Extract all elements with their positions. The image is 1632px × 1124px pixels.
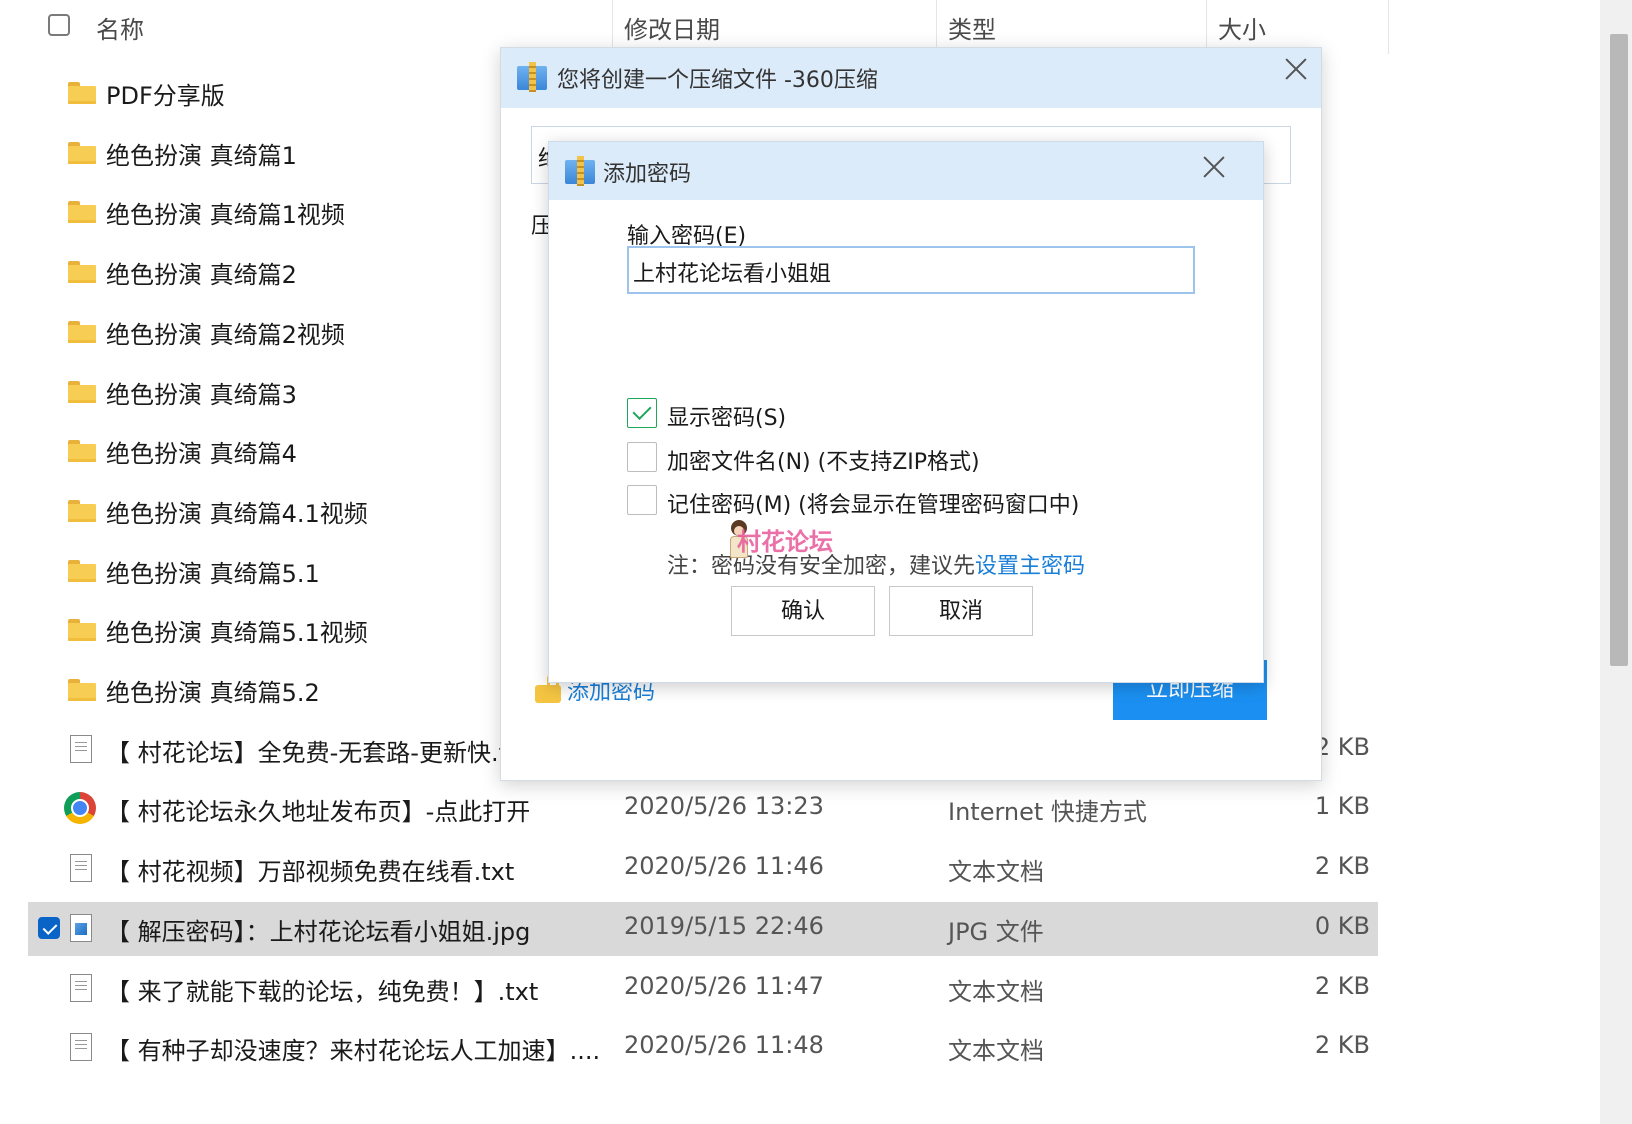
file-type: Internet 快捷方式 — [948, 798, 1147, 826]
close-icon[interactable] — [1203, 156, 1225, 178]
file-date: 2020/5/26 11:46 — [624, 852, 824, 880]
encrypt-filenames-label: 加密文件名(N) (不支持ZIP格式) — [667, 450, 980, 475]
file-name: 【 来了就能下载的论坛，纯免费！】.txt — [106, 978, 539, 1006]
dialog-titlebar[interactable]: 您将创建一个压缩文件 -360压缩 — [501, 48, 1321, 108]
zip-archive-icon — [565, 156, 595, 186]
column-separator[interactable] — [1206, 0, 1207, 54]
show-password-label: 显示密码(S) — [667, 406, 787, 431]
file-row[interactable]: 【 村花视频】万部视频免费在线看.txt 2020/5/26 11:46 文本文档 2… — [0, 842, 1390, 896]
file-size: 1 KB — [1314, 792, 1370, 820]
folder-name: 绝色扮演 真绮篇5.1 — [106, 560, 320, 588]
file-date: 2019/5/15 22:46 — [624, 912, 824, 940]
file-size: 2 KB — [1314, 852, 1370, 880]
dialog-title: 您将创建一个压缩文件 -360压缩 — [557, 68, 878, 93]
file-name: 【 解压密码】：上村花论坛看小姐姐.jpg — [106, 918, 531, 946]
file-size: 2 KB — [1314, 733, 1370, 761]
file-row[interactable]: 【 有种子却没速度？来村花论坛人工加速】.... 2020/5/26 11:48 文… — [0, 1021, 1390, 1075]
show-password-option[interactable]: 显示密码(S) — [627, 398, 1227, 431]
select-all-checkbox[interactable] — [48, 14, 70, 36]
column-modified[interactable]: 修改日期 — [624, 10, 720, 45]
file-row[interactable]: 【 来了就能下载的论坛，纯免费！】.txt 2020/5/26 11:47 文本文档… — [0, 962, 1390, 1016]
file-size: 2 KB — [1314, 1031, 1370, 1059]
remember-password-option[interactable]: 记住密码(M) (将会显示在管理密码窗口中) — [627, 485, 1227, 518]
folder-icon — [68, 679, 96, 701]
folder-name: 绝色扮演 真绮篇1视频 — [106, 201, 345, 229]
password-value: 上村花论坛看小姐姐 — [633, 262, 832, 287]
file-size: 0 KB — [1314, 912, 1370, 940]
folder-name: 绝色扮演 真绮篇5.1视频 — [106, 619, 368, 647]
file-date: 2020/5/26 11:47 — [624, 972, 824, 1000]
text-file-icon — [70, 1033, 92, 1061]
file-type: 文本文档 — [948, 1037, 1044, 1065]
column-header: 名称 修改日期 类型 大小 — [0, 0, 1390, 54]
remember-password-label: 记住密码(M) (将会显示在管理密码窗口中) — [667, 493, 1080, 518]
folder-icon — [68, 381, 96, 403]
folder-name: 绝色扮演 真绮篇4.1视频 — [106, 500, 368, 528]
folder-name: 绝色扮演 真绮篇4 — [106, 440, 297, 468]
file-date: 2020/5/26 11:48 — [624, 1031, 824, 1059]
column-separator[interactable] — [936, 0, 937, 54]
zip-archive-icon — [517, 62, 547, 92]
password-dialog-titlebar[interactable]: 添加密码 — [549, 142, 1263, 200]
chrome-icon — [64, 792, 96, 824]
image-file-icon — [70, 914, 92, 942]
text-file-icon — [70, 974, 92, 1002]
file-row[interactable]: 【 解压密码】：上村花论坛看小姐姐.jpg 2019/5/15 22:46 JPG … — [28, 902, 1378, 956]
cancel-button[interactable]: 取消 — [889, 586, 1033, 636]
remember-password-checkbox[interactable] — [627, 485, 657, 515]
folder-icon — [68, 261, 96, 283]
file-name: 【 有种子却没速度？来村花论坛人工加速】.... — [106, 1037, 601, 1065]
folder-icon — [68, 560, 96, 582]
file-name: 【 村花论坛】全免费-无套路-更新快.txt — [106, 739, 532, 767]
column-separator[interactable] — [1388, 0, 1389, 54]
file-name: 【 村花论坛永久地址发布页】-点此打开 — [106, 798, 531, 826]
folder-icon — [68, 82, 96, 104]
file-type: 文本文档 — [948, 978, 1044, 1006]
column-type[interactable]: 类型 — [948, 10, 996, 45]
encrypt-filenames-option[interactable]: 加密文件名(N) (不支持ZIP格式) — [627, 442, 1227, 475]
folder-name: 绝色扮演 真绮篇3 — [106, 381, 297, 409]
folder-icon — [68, 500, 96, 522]
encrypt-filenames-checkbox[interactable] — [627, 442, 657, 472]
file-date: 2020/5/26 13:23 — [624, 792, 824, 820]
row-checkbox[interactable] — [38, 917, 60, 939]
folder-icon — [68, 440, 96, 462]
vertical-scrollbar[interactable] — [1600, 0, 1632, 1124]
file-name: 【 村花视频】万部视频免费在线看.txt — [106, 858, 515, 886]
folder-icon — [68, 201, 96, 223]
folder-icon — [68, 142, 96, 164]
folder-name: 绝色扮演 真绮篇2 — [106, 261, 297, 289]
sort-ascending-icon — [319, 0, 336, 8]
security-note-text: 注：密码没有安全加密，建议先 — [667, 554, 976, 579]
password-dialog-title: 添加密码 — [603, 162, 692, 187]
folder-name: 绝色扮演 真绮篇2视频 — [106, 321, 345, 349]
scrollbar-thumb[interactable] — [1610, 34, 1628, 666]
file-type: 文本文档 — [948, 858, 1044, 886]
confirm-button[interactable]: 确认 — [731, 586, 875, 636]
add-password-dialog: 添加密码 输入密码(E) 上村花论坛看小姐姐 显示密码(S) 加密文件名(N) … — [548, 141, 1264, 683]
folder-name: 绝色扮演 真绮篇1 — [106, 142, 297, 170]
file-row[interactable]: 【 村花论坛永久地址发布页】-点此打开 2020/5/26 13:23 Intern… — [0, 782, 1390, 836]
file-type: JPG 文件 — [948, 918, 1044, 946]
folder-icon — [68, 619, 96, 641]
column-separator[interactable] — [612, 0, 613, 54]
folder-name: 绝色扮演 真绮篇5.2 — [106, 679, 320, 707]
text-file-icon — [70, 735, 92, 763]
folder-name: PDF分享版 — [106, 82, 225, 110]
column-name[interactable]: 名称 — [96, 10, 144, 45]
set-master-password-link[interactable]: 设置主密码 — [975, 554, 1085, 579]
show-password-checkbox[interactable] — [627, 398, 657, 428]
file-size: 2 KB — [1314, 972, 1370, 1000]
folder-icon — [68, 321, 96, 343]
text-file-icon — [70, 854, 92, 882]
close-icon[interactable] — [1285, 58, 1307, 80]
password-input[interactable]: 上村花论坛看小姐姐 — [627, 246, 1195, 294]
watermark-text: 村花论坛 — [737, 528, 833, 556]
column-size[interactable]: 大小 — [1218, 10, 1266, 45]
